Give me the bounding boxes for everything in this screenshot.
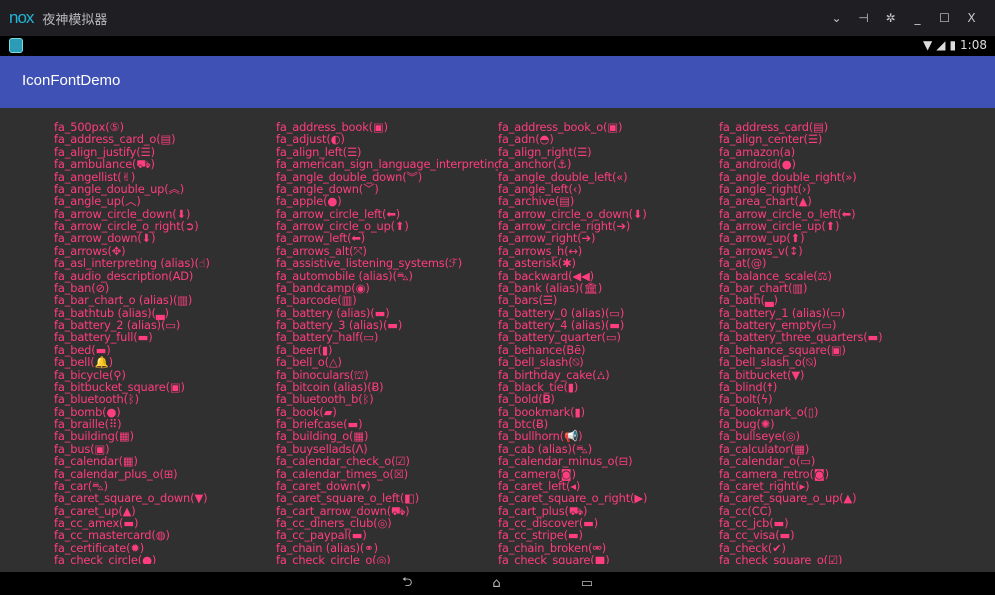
icon-glyph-icon: ▭	[602, 330, 621, 344]
icon-column-2: fa_address_book▣fa_adjust◐fa_align_left☰…	[276, 121, 498, 564]
icon-column-1: fa_500px⑤fa_address_card_o▤fa_align_just…	[54, 121, 276, 564]
clock: 1:08	[960, 38, 987, 52]
nox-logo: nox	[9, 8, 34, 27]
dropdown-button[interactable]: ⌄	[823, 11, 850, 25]
android-nav-bar: ⮌ ⌂ ▭	[0, 572, 995, 595]
icon-glyph-icon: ▯	[804, 405, 819, 419]
icon-glyph-icon: ▥	[173, 293, 192, 307]
icon-glyph-icon: ▲	[839, 491, 856, 505]
icon-glyph-icon: ↕	[785, 244, 803, 258]
icon-glyph-icon: ᛒ	[358, 392, 373, 406]
icon-glyph-icon: ◎	[373, 516, 391, 530]
settings-button[interactable]: ✲	[877, 11, 904, 25]
icon-glyph-icon: ︾	[402, 170, 422, 184]
icon-glyph-icon: AD	[168, 269, 193, 283]
icon-glyph-icon: ▼	[787, 368, 804, 382]
list-item: fa_check_circle_o◎	[276, 553, 498, 564]
icon-glyph-icon: ⬇	[629, 207, 647, 221]
icon-glyph-icon: ▦	[115, 429, 134, 443]
icon-glyph-icon: ☰	[804, 132, 823, 146]
back-button[interactable]: ⮌	[402, 573, 412, 595]
icon-glyph-icon: ▼	[190, 491, 207, 505]
icon-glyph-icon: ▬	[383, 318, 402, 332]
icon-glyph-icon: ▮	[563, 380, 578, 394]
icon-glyph-icon: ▣	[603, 121, 622, 134]
icon-glyph-icon: ▭	[161, 318, 180, 332]
icon-glyph-icon: ▬	[133, 330, 152, 344]
icon-glyph-icon: ◍	[151, 528, 169, 542]
icon-glyph-icon: ᛒ	[124, 392, 139, 406]
icon-glyph-icon: ◎	[372, 553, 390, 564]
status-icons: ▼ ◢ ▮ 1:08	[923, 38, 987, 52]
icon-glyph-icon: ☒	[389, 467, 408, 481]
icon-glyph-icon: ⬆	[821, 219, 839, 233]
icon-glyph-icon: ⊞	[159, 467, 177, 481]
list-item: fa_check_square■	[498, 553, 720, 564]
icon-glyph-icon: ▶	[630, 491, 647, 505]
icon-glyph-icon: ⛼	[592, 368, 609, 382]
icon-glyph-icon: ⬅	[837, 207, 855, 221]
icon-glyph-icon: ■	[590, 553, 609, 564]
icon-glyph-icon: ℱ	[445, 256, 462, 270]
icon-glyph-icon: ➲	[181, 219, 199, 233]
icon-glyph-icon: ▣	[369, 121, 388, 134]
icon-glyph-icon: 🏛	[579, 281, 602, 295]
icon-glyph-icon: ➔	[612, 219, 630, 233]
icon-name: fa_check_circle_o	[276, 553, 373, 564]
wifi-icon: ▼	[922, 38, 933, 52]
window-controls: ⌄ ⊣ ✲ _ ☐ X	[823, 0, 985, 36]
icon-glyph-icon: »	[841, 170, 856, 184]
maximize-button[interactable]: ☐	[931, 11, 958, 25]
icon-glyph-icon: ▤	[156, 132, 175, 146]
notification-app-icon	[9, 38, 23, 53]
window-title: 夜神模拟器	[42, 12, 108, 28]
icon-glyph-icon: ⚖	[813, 269, 832, 283]
icon-glyph-icon: ﹀	[359, 182, 379, 196]
home-button[interactable]: ⌂	[492, 576, 500, 591]
battery-icon: ▮	[949, 38, 957, 52]
icon-column-4: fa_address_card▤fa_align_center☰fa_amazo…	[719, 121, 941, 564]
window-title-bar: nox 夜神模拟器 ⌄ ⊣ ✲ _ ☐ X	[0, 0, 995, 36]
signal-icon: ◢	[936, 38, 946, 52]
icon-glyph-icon: ☝	[194, 256, 209, 270]
icon-glyph-icon: ⛟	[132, 157, 155, 171]
close-button[interactable]: X	[958, 11, 985, 25]
icon-glyph-icon: ▥	[788, 281, 807, 295]
icon-glyph-icon: ⬆	[391, 219, 409, 233]
icon-glyph-icon: ⛍	[393, 269, 413, 283]
minimize-button[interactable]: _	[904, 11, 931, 25]
app-bar: IconFontDemo	[0, 56, 995, 108]
content-bottom	[0, 564, 995, 572]
android-status-bar: ▼ ◢ ▮ 1:08	[0, 36, 995, 56]
icon-name: fa_check_square	[498, 553, 591, 564]
icon-column-3: fa_address_book_o▣fa_adn◓fa_align_right☰…	[498, 121, 720, 564]
icon-glyph-icon: ︽	[164, 182, 184, 196]
icon-glyph-icon: ⬇	[137, 231, 155, 245]
icon-glyph-icon: ▭	[359, 330, 378, 344]
icon-name: fa_check_square_o	[719, 553, 824, 564]
icon-glyph-icon: ⊟	[614, 454, 632, 468]
icon-list[interactable]: fa_500px⑤fa_address_card_o▤fa_align_just…	[0, 108, 995, 564]
icon-name: fa_check_circle	[54, 553, 138, 564]
icon-glyph-icon: ◙	[809, 467, 829, 481]
icon-glyph-icon: ▮	[570, 405, 585, 419]
icon-glyph-icon: ☰	[573, 145, 592, 159]
icon-glyph-icon: ▣	[827, 343, 846, 357]
recents-button[interactable]: ▭	[581, 576, 593, 591]
app-title: IconFontDemo	[22, 72, 121, 89]
pin-button[interactable]: ⊣	[850, 11, 877, 25]
icon-glyph-icon: ▣	[166, 380, 185, 394]
icon-glyph-icon: ●	[138, 553, 156, 564]
list-item: fa_check_square_o☑	[719, 553, 941, 564]
icon-glyph-icon: ▬	[863, 330, 882, 344]
icon-glyph-icon: ☑	[824, 553, 843, 564]
list-item: fa_check_circle●	[54, 553, 276, 564]
icon-glyph-icon: «	[612, 170, 627, 184]
